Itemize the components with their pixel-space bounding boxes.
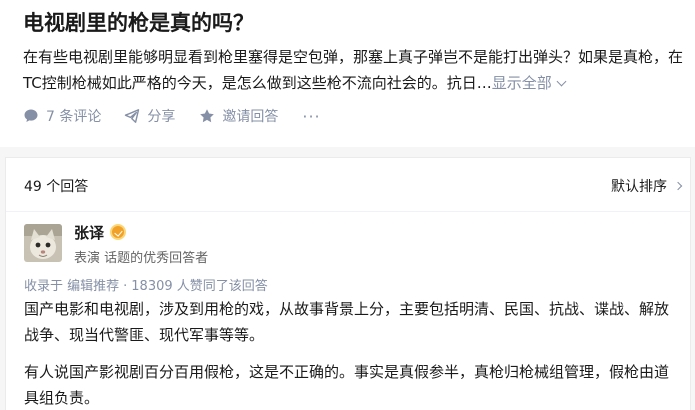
answer-paragraph: 国产电影和电视剧，涉及到用枪的戏，从故事背景上分，主要包括明清、民国、抗战、谍战…	[24, 300, 670, 344]
show-all-button[interactable]: 显示全部	[491, 74, 567, 92]
sort-label: 默认排序	[611, 179, 667, 195]
upvote-count[interactable]: 18309 人赞同了该回答	[131, 279, 268, 294]
excellent-answerer-badge-icon[interactable]	[110, 224, 126, 240]
author-name[interactable]: 张译	[74, 222, 104, 243]
question-detail-text: 在有些电视剧里能够明显看到枪里塞得是空包弹，那塞上真子弹岂不是能打出弹头？如果是…	[23, 48, 684, 92]
chevron-right-icon	[673, 181, 683, 191]
comments-label: 7 条评论	[46, 109, 102, 125]
comment-icon	[24, 109, 38, 122]
question-detail: 在有些电视剧里能够明显看到枪里塞得是空包弹，那塞上真子弹岂不是能打出弹头？如果是…	[23, 44, 685, 96]
answer-count: 49 个回答	[24, 179, 89, 195]
show-all-label: 显示全部	[491, 74, 552, 92]
question-title: 电视剧里的枪是真的吗？	[23, 11, 254, 35]
question-actions: 7 条评论 分享 邀请回答 ···	[23, 106, 321, 126]
sort-dropdown[interactable]: 默认排序	[611, 176, 683, 196]
avatar[interactable]	[24, 224, 62, 262]
cat-avatar-image	[24, 224, 62, 262]
comments-button[interactable]: 7 条评论	[23, 106, 101, 126]
author-headline: 表演 话题的优秀回答者	[74, 251, 209, 266]
question-card: 电视剧里的枪是真的吗？ 在有些电视剧里能够明显看到枪里塞得是空包弹，那塞上真子弹…	[0, 0, 695, 147]
answer-content: 国产电影和电视剧，涉及到用枪的戏，从故事背景上分，主要包括明清、民国、抗战、谍战…	[24, 296, 682, 410]
chevron-down-icon	[556, 76, 567, 87]
invite-answer-button[interactable]: 邀请回答	[199, 106, 278, 126]
share-label: 分享	[147, 109, 176, 125]
star-icon	[200, 109, 215, 123]
share-button[interactable]: 分享	[124, 106, 175, 126]
invite-label: 邀请回答	[222, 109, 279, 125]
more-icon: ···	[302, 106, 321, 126]
meta-separator: ·	[123, 279, 128, 294]
answers-card: 49 个回答 默认排序 张译 表演 话题的优秀回答者 收录于 编辑推荐 · 1830…	[5, 157, 691, 410]
more-options-button[interactable]: ···	[302, 107, 320, 126]
answer-meta: 收录于 编辑推荐 · 18309 人赞同了该回答	[24, 275, 268, 294]
answers-header: 49 个回答 默认排序	[6, 158, 690, 212]
collected-in-link[interactable]: 收录于 编辑推荐	[24, 279, 119, 294]
answer-paragraph: 有人说国产影视剧百分百用假枪，这是不正确的。事实是真假参半，真枪归枪械组管理，假…	[24, 363, 670, 407]
paper-plane-icon	[125, 109, 140, 123]
